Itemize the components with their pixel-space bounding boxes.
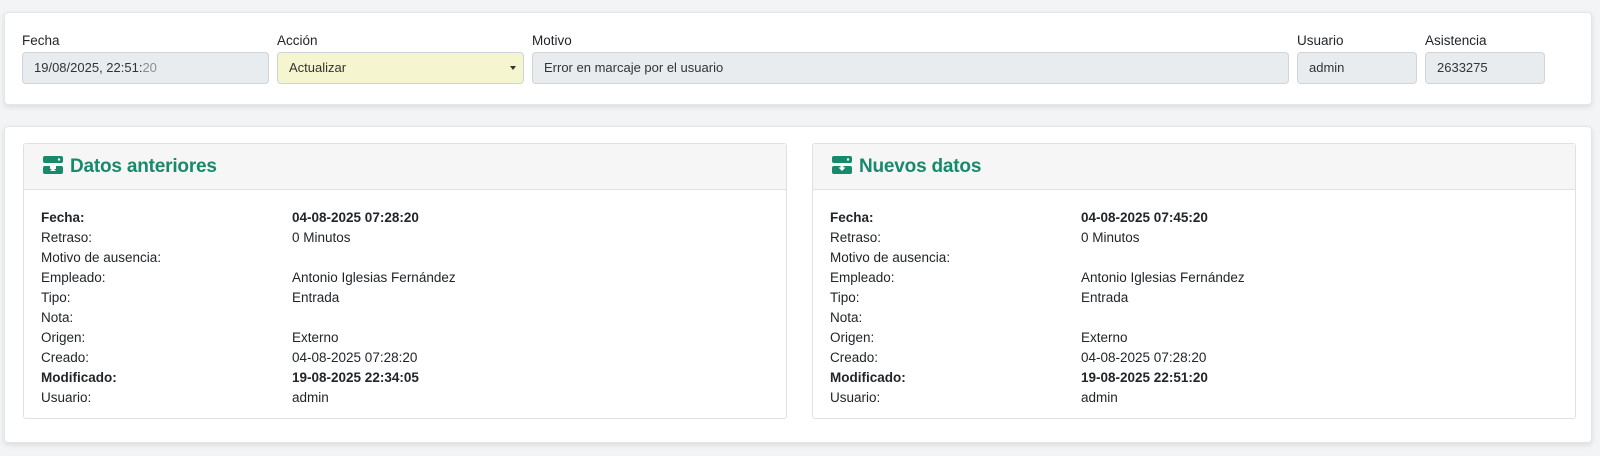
- detail-row: Empleado: Antonio Iglesias Fernández: [41, 268, 769, 288]
- datos-anteriores-title: Datos anteriores: [70, 155, 217, 177]
- detail-value: 04-08-2025 07:28:20: [292, 350, 418, 365]
- detail-row: Creado: 04-08-2025 07:28:20: [41, 348, 769, 368]
- database-download-icon: [831, 155, 859, 178]
- detail-value: Antonio Iglesias Fernández: [292, 270, 456, 285]
- datos-anteriores-panel: Datos anteriores Fecha: 04-08-2025 07:28:…: [23, 143, 787, 419]
- detail-key: Retraso:: [830, 230, 882, 245]
- asistencia-label: Asistencia: [1425, 33, 1487, 48]
- accion-label: Acción: [277, 33, 318, 48]
- detail-value: admin: [292, 390, 329, 405]
- detail-value: 0 Minutos: [1081, 230, 1140, 245]
- detail-row: Nota:: [41, 308, 769, 328]
- usuario-label: Usuario: [1297, 33, 1344, 48]
- datos-anteriores-list: Fecha: 04-08-2025 07:28:20 Retraso: 0 Minut…: [24, 190, 786, 408]
- comparison-card: Datos anteriores Fecha: 04-08-2025 07:28:…: [4, 126, 1592, 443]
- detail-row: Modificado: 19-08-2025 22:34:05: [41, 368, 769, 388]
- detail-key: Creado:: [41, 350, 90, 365]
- detail-row: Creado: 04-08-2025 07:28:20: [830, 348, 1558, 368]
- motivo-field: Motivo Error en marcaje por el usuario: [532, 32, 1289, 84]
- detail-key: Motivo de ausencia:: [41, 250, 162, 265]
- detail-row: Origen: Externo: [830, 328, 1558, 348]
- detail-key: Usuario:: [41, 390, 92, 405]
- detail-key: Usuario:: [830, 390, 881, 405]
- detail-key: Empleado:: [830, 270, 895, 285]
- detail-row: Retraso: 0 Minutos: [830, 228, 1558, 248]
- detail-key: Modificado:: [41, 370, 117, 385]
- datos-anteriores-header: Datos anteriores: [24, 144, 786, 190]
- fecha-field: Fecha 19/08/2025, 22:51:20: [22, 32, 269, 84]
- detail-row: Motivo de ausencia:: [41, 248, 769, 268]
- detail-value: 04-08-2025 07:45:20: [1081, 210, 1208, 225]
- detail-key: Tipo:: [41, 290, 71, 305]
- nuevos-datos-header: Nuevos datos: [813, 144, 1575, 190]
- nuevos-datos-title: Nuevos datos: [859, 155, 982, 177]
- motivo-input[interactable]: Error en marcaje por el usuario: [532, 52, 1289, 84]
- detail-value: 04-08-2025 07:28:20: [292, 210, 419, 225]
- detail-key: Origen:: [41, 330, 86, 345]
- fecha-seconds: 20: [142, 60, 157, 75]
- nuevos-datos-list: Fecha: 04-08-2025 07:45:20 Retraso: 0 Minut…: [813, 190, 1575, 408]
- detail-key: Fecha:: [41, 210, 85, 225]
- audit-header-card: Fecha 19/08/2025, 22:51:20 Acción Actual…: [4, 12, 1592, 105]
- asistencia-field: Asistencia 2633275: [1425, 32, 1545, 84]
- detail-row: Motivo de ausencia:: [830, 248, 1558, 268]
- detail-value: 0 Minutos: [292, 230, 351, 245]
- detail-row: Tipo: Entrada: [830, 288, 1558, 308]
- nuevos-datos-panel: Nuevos datos Fecha: 04-08-2025 07:45:20 Re…: [812, 143, 1576, 419]
- detail-value: 04-08-2025 07:28:20: [1081, 350, 1207, 365]
- detail-value: Entrada: [292, 290, 340, 305]
- accion-select[interactable]: Actualizar: [277, 52, 524, 84]
- caret-down-icon: [510, 66, 516, 70]
- detail-row: Tipo: Entrada: [41, 288, 769, 308]
- detail-key: Motivo de ausencia:: [830, 250, 951, 265]
- detail-row: Modificado: 19-08-2025 22:51:20: [830, 368, 1558, 388]
- detail-row: Empleado: Antonio Iglesias Fernández: [830, 268, 1558, 288]
- detail-key: Fecha:: [830, 210, 874, 225]
- detail-row: Retraso: 0 Minutos: [41, 228, 769, 248]
- detail-key: Modificado:: [830, 370, 906, 385]
- detail-key: Nota:: [830, 310, 863, 325]
- detail-key: Origen:: [830, 330, 875, 345]
- detail-row: Usuario: admin: [41, 388, 769, 408]
- usuario-field: Usuario admin: [1297, 32, 1417, 84]
- detail-value: Externo: [1081, 330, 1128, 345]
- detail-key: Retraso:: [41, 230, 93, 245]
- detail-value: admin: [1081, 390, 1118, 405]
- asistencia-input[interactable]: 2633275: [1425, 52, 1545, 84]
- detail-value: Entrada: [1081, 290, 1129, 305]
- detail-value: 19-08-2025 22:34:05: [292, 370, 419, 385]
- usuario-input[interactable]: admin: [1297, 52, 1417, 84]
- detail-key: Tipo:: [830, 290, 860, 305]
- detail-value: 19-08-2025 22:51:20: [1081, 370, 1208, 385]
- fecha-value: 19/08/2025, 22:51:: [34, 60, 143, 75]
- detail-row: Usuario: admin: [830, 388, 1558, 408]
- detail-row: Origen: Externo: [41, 328, 769, 348]
- accion-field: Acción Actualizar: [277, 32, 524, 84]
- detail-key: Creado:: [830, 350, 879, 365]
- database-upload-icon: [42, 155, 70, 178]
- detail-value: Antonio Iglesias Fernández: [1081, 270, 1245, 285]
- detail-key: Empleado:: [41, 270, 106, 285]
- detail-row: Fecha: 04-08-2025 07:28:20: [41, 208, 769, 228]
- accion-value: Actualizar: [289, 60, 347, 75]
- fecha-label: Fecha: [22, 33, 60, 48]
- detail-row: Fecha: 04-08-2025 07:45:20: [830, 208, 1558, 228]
- detail-value: Externo: [292, 330, 339, 345]
- detail-key: Nota:: [41, 310, 74, 325]
- motivo-label: Motivo: [532, 33, 572, 48]
- fecha-input[interactable]: 19/08/2025, 22:51:20: [22, 52, 269, 84]
- detail-row: Nota:: [830, 308, 1558, 328]
